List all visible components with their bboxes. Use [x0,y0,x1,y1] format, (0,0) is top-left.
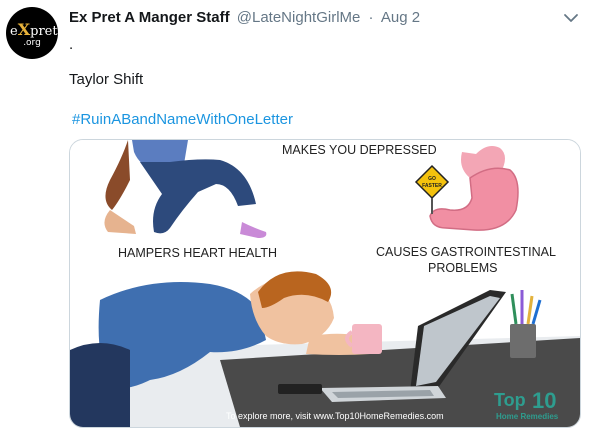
svg-text:Top: Top [494,390,526,410]
mug-icon [345,324,382,354]
svg-text:FASTER: FASTER [422,183,442,189]
label-gi-line1: CAUSES GASTROINTESTINAL [376,245,556,259]
author-handle[interactable]: @LateNightGirlMe [237,9,361,26]
separator-dot: · [368,9,374,26]
tweet-header: Ex Pret A Manger Staff @LateNightGirlMe … [69,9,420,26]
footer-text: To explore more, visit www.Top10HomeReme… [226,411,444,421]
svg-text:10: 10 [532,388,556,413]
chevron-down-icon[interactable] [563,11,579,25]
tweet-text-line: . [69,36,74,53]
tweet-date[interactable]: Aug 2 [381,9,420,26]
label-depressed: MAKES YOU DEPRESSED [282,143,437,157]
author-name[interactable]: Ex Pret A Manger Staff [69,9,230,26]
svg-text:GO: GO [428,176,436,182]
tweet-text: Taylor Shift [69,71,144,88]
avatar-logo: eXpret [10,20,58,39]
label-gi-line2: PROBLEMS [428,261,497,275]
hashtag-link[interactable]: #RuinABandNameWithOneLetter [72,111,293,128]
svg-text:Home Remedies: Home Remedies [496,412,559,421]
avatar[interactable]: eXpret .org [6,7,58,59]
phone-icon [278,384,322,394]
label-heart-health: HAMPERS HEART HEALTH [118,246,277,260]
tweet-media-image[interactable]: HAMPERS HEART HEALTH MAKES YOU DEPRESSED… [69,139,581,428]
avatar-logo-sub: .org [23,38,41,48]
